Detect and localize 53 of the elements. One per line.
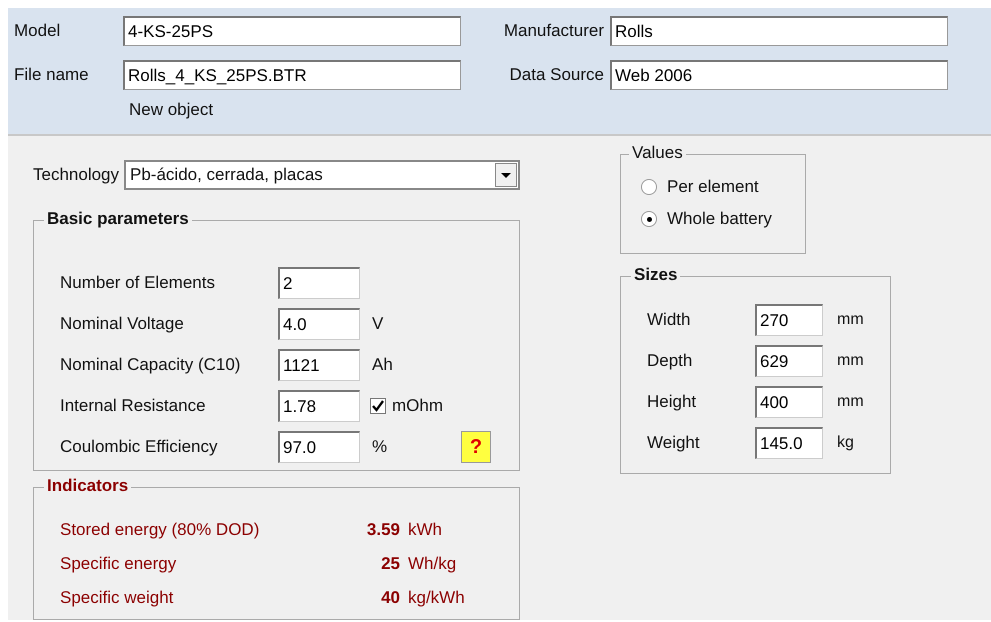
unit-label: kWh [408, 520, 442, 540]
number-field[interactable]: 400 [755, 386, 823, 418]
unit-label: kg [837, 434, 854, 452]
number-field[interactable]: 629 [755, 345, 823, 377]
indicator-label: Specific energy [60, 554, 178, 574]
field-label: Number of Elements [60, 273, 216, 293]
number-field[interactable]: 4.0 [278, 308, 360, 340]
text-field[interactable]: Rolls [610, 16, 948, 46]
unit-label: mm [837, 311, 864, 329]
radio-label: Per element [667, 177, 759, 197]
status-text: New object [129, 100, 214, 120]
number-field[interactable]: 97.0 [278, 431, 360, 463]
unit-label: mm [837, 352, 864, 370]
checkbox[interactable] [370, 398, 386, 414]
field-label: Coulombic Efficiency [60, 437, 218, 457]
field-label: Nominal Voltage [60, 314, 185, 334]
field-label: Manufacturer [502, 21, 604, 41]
number-field[interactable]: 145.0 [755, 427, 823, 459]
text-field[interactable]: Web 2006 [610, 60, 948, 90]
indicator-value: 40 [380, 588, 400, 608]
unit-label: V [372, 314, 384, 334]
radio-button[interactable] [641, 211, 657, 227]
unit-label: mOhm [392, 396, 443, 416]
radio-label: Whole battery [667, 209, 772, 229]
number-field[interactable]: 1.78 [278, 390, 360, 422]
unit-label: % [372, 437, 388, 457]
field-label: Internal Resistance [60, 396, 207, 416]
radio-button[interactable] [641, 179, 657, 195]
field-label: Model [14, 21, 62, 41]
indicator-value: 25 [380, 554, 400, 574]
field-label: Depth [647, 351, 694, 371]
indicator-value: 3.59 [366, 520, 400, 540]
text-field[interactable]: Rolls_4_KS_25PS.BTR [123, 60, 461, 90]
indicator-label: Specific weight [60, 588, 174, 608]
number-field[interactable]: 1121 [278, 349, 360, 381]
number-field[interactable]: 270 [755, 304, 823, 336]
unit-label: kg/kWh [408, 588, 465, 608]
field-label: Technology [33, 165, 120, 185]
unit-label: Wh/kg [408, 554, 456, 574]
number-field[interactable]: 2 [278, 267, 360, 299]
field-label: Data Source [508, 65, 604, 85]
text-field[interactable]: 4-KS-25PS [123, 16, 461, 46]
field-label: Width [647, 310, 692, 330]
group-title: Basic parameters [44, 209, 192, 229]
field-label: Nominal Capacity (C10) [60, 355, 242, 375]
unit-label: Ah [372, 355, 393, 375]
indicator-label: Stored energy (80% DOD) [60, 520, 260, 540]
technology-dropdown[interactable]: Pb-ácido, cerrada, placas [124, 160, 520, 190]
unit-label: mm [837, 393, 864, 411]
field-label: Height [647, 392, 698, 412]
field-label: File name [14, 65, 90, 85]
field-label: Weight [647, 433, 701, 453]
help-button[interactable]: ? [461, 431, 491, 463]
